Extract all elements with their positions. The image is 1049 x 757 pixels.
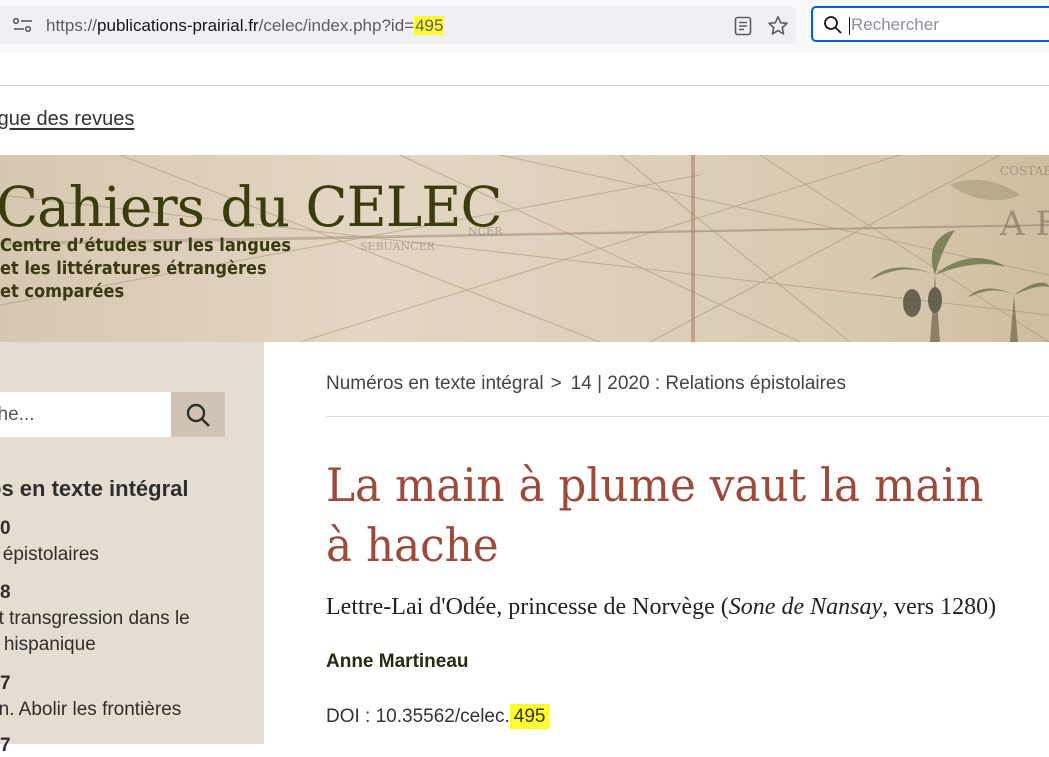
journal-subtitle-line: et les littératures étrangères bbox=[0, 258, 267, 279]
browser-search-field[interactable]: Rechercher bbox=[811, 6, 1049, 42]
search-icon bbox=[824, 16, 842, 34]
issue-number[interactable]: 7 bbox=[0, 735, 11, 757]
url-domain: publications-prairial.fr bbox=[97, 16, 259, 35]
journal-subtitle-line: et comparées bbox=[0, 281, 125, 302]
breadcrumb-parent-link[interactable]: Numéros en texte intégral bbox=[326, 373, 544, 394]
sidebar: che... os en texte intégral 0 s épistola… bbox=[0, 342, 264, 756]
svg-text:COSTABE: COSTABE bbox=[1000, 164, 1049, 178]
catalogue-link[interactable]: logue des revues bbox=[0, 108, 134, 131]
doi-id-highlight: 495 bbox=[509, 704, 550, 729]
issue-number[interactable]: 8 bbox=[0, 582, 11, 604]
reader-view-icon[interactable] bbox=[732, 15, 754, 37]
issue-link[interactable]: e hispanique bbox=[0, 634, 96, 656]
site-search-input[interactable]: che... bbox=[0, 392, 171, 437]
browser-toolbar: https://publications-prairial.fr/celec/i… bbox=[0, 0, 1049, 53]
text-caret bbox=[849, 17, 850, 35]
journal-subtitle-line: Centre d’études sur les langues bbox=[0, 235, 292, 256]
issue-link[interactable]: on. Abolir les frontières bbox=[0, 699, 181, 721]
bookmark-star-icon[interactable] bbox=[766, 14, 790, 38]
svg-text:SEBUANCER: SEBUANCER bbox=[360, 240, 436, 253]
sidebar-heading: os en texte intégral bbox=[0, 476, 189, 501]
breadcrumb-divider bbox=[326, 416, 1049, 417]
issue-link[interactable]: s épistolaires bbox=[0, 544, 99, 566]
doi-prefix: DOI : 10.35562/celec. bbox=[326, 706, 510, 727]
url-path: /celec/index.php?id= bbox=[258, 16, 415, 35]
search-placeholder: Rechercher bbox=[851, 15, 939, 34]
issue-number[interactable]: 0 bbox=[0, 518, 11, 540]
search-icon bbox=[186, 403, 210, 427]
article-title: La main à plume vaut la main à hache bbox=[326, 458, 984, 572]
url-scheme: https:// bbox=[46, 16, 98, 35]
article-doi: DOI : 10.35562/celec. 495 bbox=[326, 704, 550, 729]
issue-link[interactable]: et transgression dans le bbox=[0, 608, 190, 630]
url-id-highlight: 495 bbox=[414, 16, 445, 35]
subtitle-text: Lettre-Lai d'Odée, princesse de Norvège … bbox=[326, 594, 729, 620]
issue-number[interactable]: 7 bbox=[0, 673, 11, 695]
article-subtitle: Lettre-Lai d'Odée, princesse de Norvège … bbox=[326, 594, 996, 621]
article-author[interactable]: Anne Martineau bbox=[326, 651, 469, 673]
url-text[interactable]: https://publications-prairial.fr/celec/i… bbox=[46, 15, 445, 37]
svg-text:A F: A F bbox=[999, 204, 1049, 244]
breadcrumb-separator: > bbox=[550, 373, 562, 394]
subtitle-text: , vers 1280) bbox=[882, 594, 997, 620]
breadcrumb-current-link[interactable]: 14 | 2020 : Relations épistolaires bbox=[571, 373, 846, 394]
journal-title[interactable]: Cahiers du CELEC bbox=[0, 176, 503, 238]
site-search-button[interactable] bbox=[171, 392, 225, 437]
toolbar-divider bbox=[0, 85, 1049, 86]
address-bar[interactable]: https://publications-prairial.fr/celec/i… bbox=[0, 6, 796, 44]
breadcrumb: Numéros en texte intégral >14 | 2020 : Re… bbox=[326, 373, 846, 395]
site-info-icon[interactable] bbox=[12, 17, 34, 33]
subtitle-italic-title: Sone de Nansay bbox=[728, 594, 883, 620]
